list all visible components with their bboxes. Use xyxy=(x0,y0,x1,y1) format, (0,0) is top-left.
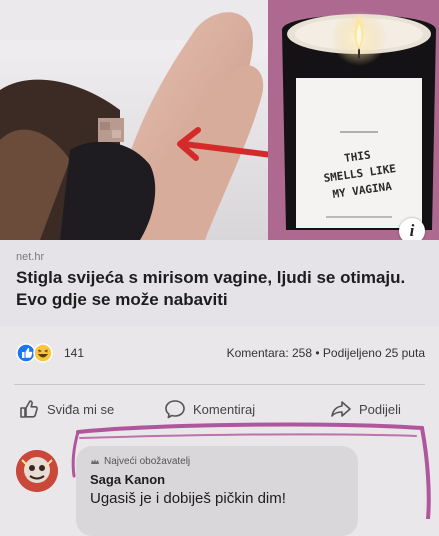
laugh-icon xyxy=(33,343,53,363)
comment-label: Komentiraj xyxy=(193,401,256,417)
divider xyxy=(14,384,425,385)
comment-text: Ugasiš je i dobiješ pičkin dim! xyxy=(90,490,286,507)
thumbs-up-icon xyxy=(20,400,38,418)
comment-author[interactable]: Saga Kanon xyxy=(90,472,165,487)
link-headline[interactable]: Stigla svijeća s mirisom vagine, ljudi s… xyxy=(16,267,416,311)
action-bar: Sviđa mi se Komentiraj Podijeli xyxy=(0,392,439,428)
avatar[interactable] xyxy=(16,450,58,492)
comment-share-counts: Komentara: 258 • Podijeljeno 25 puta xyxy=(227,346,425,360)
comment-button[interactable]: Komentiraj xyxy=(164,396,255,422)
badge-label: Najveći obožavatelj xyxy=(104,456,191,467)
share-label: Podijeli xyxy=(359,401,401,417)
woman-photo xyxy=(0,0,280,240)
reaction-icons[interactable] xyxy=(16,343,56,363)
separator: • xyxy=(315,346,320,360)
like-button[interactable]: Sviđa mi se xyxy=(18,396,114,422)
top-fan-badge: Najveći obožavatelj xyxy=(90,456,190,467)
top-fan-icon xyxy=(91,458,99,464)
comment-section: Najveći obožavatelj Saga Kanon Ugasiš je… xyxy=(0,430,439,536)
comments-count[interactable]: Komentara: 258 xyxy=(227,346,312,360)
shares-count[interactable]: Podijeljeno 25 puta xyxy=(323,346,425,360)
comment-bubble[interactable]: Najveći obožavatelj Saga Kanon Ugasiš je… xyxy=(76,446,358,536)
reaction-count[interactable]: 141 xyxy=(64,346,84,360)
link-source: net.hr xyxy=(16,251,45,263)
comment-bubble-icon xyxy=(165,400,185,419)
like-label: Sviđa mi se xyxy=(47,401,115,417)
share-button[interactable]: Podijeli xyxy=(330,396,401,422)
like-icon xyxy=(16,343,36,363)
candle-photo: THIS SMELLS LIKE MY VAGINA xyxy=(268,0,439,240)
post-stats: 141 Komentara: 258 • Podijeljeno 25 puta xyxy=(0,335,439,375)
share-arrow-icon xyxy=(331,401,351,417)
link-preview[interactable]: net.hr Stigla svijeća s mirisom vagine, … xyxy=(0,240,439,326)
post-image[interactable]: THIS SMELLS LIKE MY VAGINA xyxy=(0,0,439,240)
